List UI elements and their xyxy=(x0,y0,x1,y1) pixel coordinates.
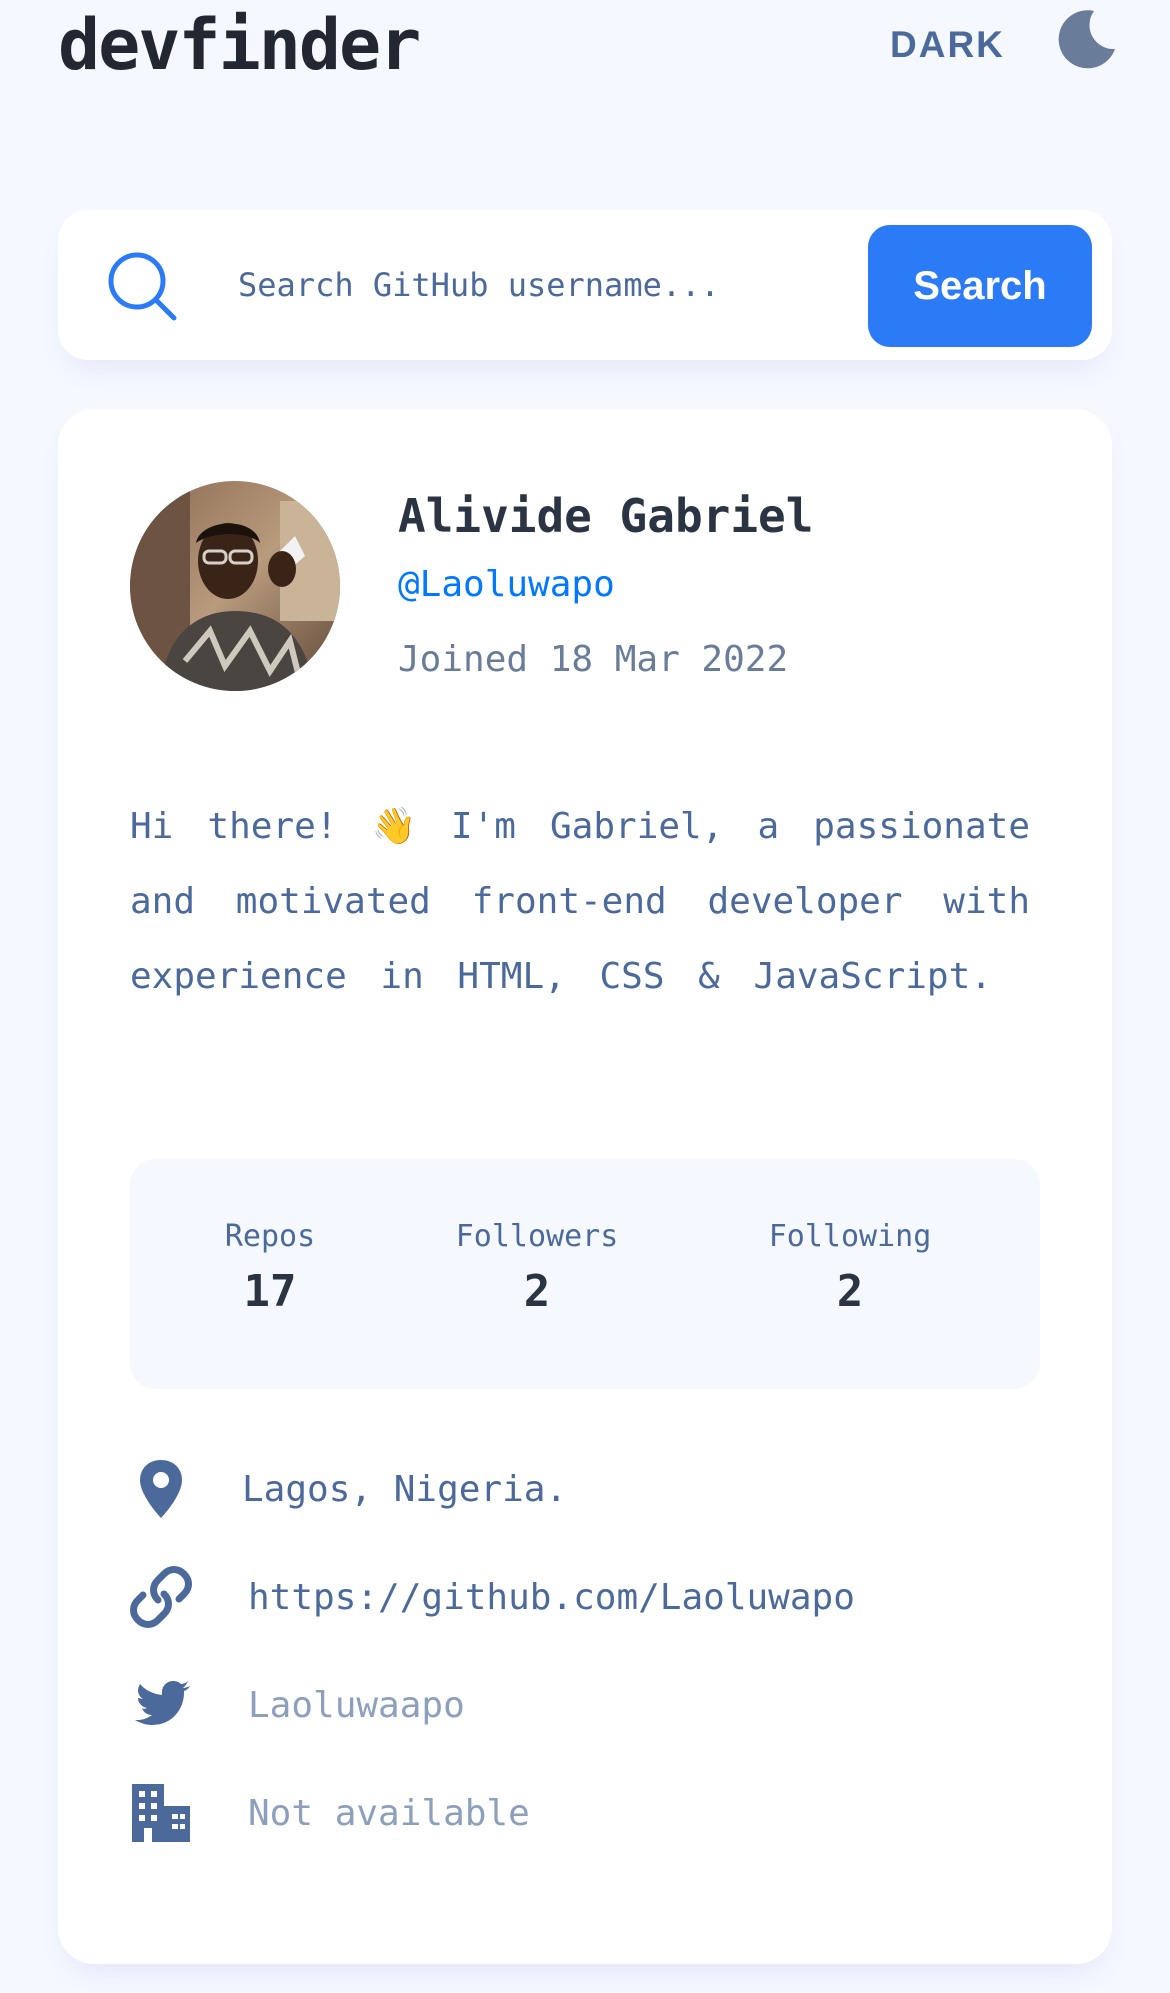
company-text: Not available xyxy=(248,1792,530,1834)
stat-followers-label: Followers xyxy=(455,1219,619,1254)
company-row: Not available xyxy=(130,1778,530,1848)
location-row: Lagos, Nigeria. xyxy=(130,1454,567,1524)
stat-repos-value: 17 xyxy=(243,1266,297,1317)
search-input[interactable] xyxy=(238,250,888,320)
search-button[interactable]: Search xyxy=(868,225,1092,347)
profile-card: Alivide Gabriel @Laoluwapo Joined 18 Mar… xyxy=(58,409,1112,1964)
blog-link[interactable]: https://github.com/Laoluwapo xyxy=(248,1577,855,1618)
stat-following-label: Following xyxy=(768,1219,932,1254)
search-bar: Search xyxy=(58,210,1112,360)
search-icon xyxy=(108,252,177,321)
moon-icon xyxy=(1058,10,1115,69)
avatar xyxy=(130,481,340,691)
stat-repos: Repos 17 xyxy=(205,1219,335,1317)
blog-row: https://github.com/Laoluwapo xyxy=(130,1562,855,1632)
user-name: Alivide Gabriel xyxy=(398,489,814,543)
stat-repos-label: Repos xyxy=(224,1219,316,1254)
user-joined-date: Joined 18 Mar 2022 xyxy=(398,639,789,680)
user-login-link[interactable]: @Laoluwapo xyxy=(398,564,615,605)
theme-toggle-button[interactable]: DARK xyxy=(890,0,1119,90)
twitter-icon xyxy=(135,1681,190,1725)
location-pin-icon xyxy=(140,1460,182,1518)
stat-followers: Followers 2 xyxy=(442,1219,632,1317)
stat-following-value: 2 xyxy=(836,1266,864,1317)
twitter-handle[interactable]: Laoluwaapo xyxy=(248,1685,465,1726)
user-bio: Hi there! 👋 I'm Gabriel, a passionate an… xyxy=(130,806,1030,997)
stat-following: Following 2 xyxy=(750,1219,950,1317)
app-logo: devfinder xyxy=(58,4,421,86)
stats-panel: Repos 17 Followers 2 Following 2 xyxy=(130,1159,1040,1389)
avatar-photo xyxy=(130,481,340,691)
location-text: Lagos, Nigeria. xyxy=(242,1468,568,1510)
twitter-row: Laoluwaapo xyxy=(130,1670,465,1740)
theme-toggle-label: DARK xyxy=(890,24,1005,65)
stat-followers-value: 2 xyxy=(523,1266,551,1317)
app-root: devfinder DARK Search GitHub username...… xyxy=(0,0,1170,1993)
link-icon xyxy=(130,1566,192,1628)
building-icon xyxy=(132,1784,190,1842)
